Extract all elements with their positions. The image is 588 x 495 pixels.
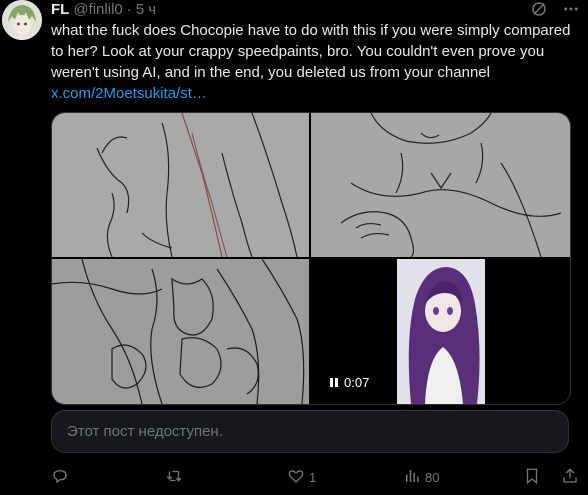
- author-handle[interactable]: @finlil0: [73, 1, 122, 19]
- heart-icon: [287, 467, 305, 488]
- video-player[interactable]: 0:07: [311, 259, 570, 404]
- bookmark-icon: [523, 467, 541, 488]
- quoted-post-unavailable: Этот пост недоступен.: [51, 410, 569, 453]
- bookmark-button[interactable]: [523, 467, 541, 488]
- author-name[interactable]: FL: [51, 1, 69, 19]
- video-thumbnail: [397, 259, 485, 404]
- video-badge[interactable]: 0:07: [324, 372, 376, 392]
- sketch-image-3[interactable]: [52, 259, 309, 404]
- tweet-time[interactable]: 5 ч: [136, 1, 156, 19]
- reply-button[interactable]: [51, 467, 73, 488]
- action-bar: 1 80: [51, 466, 581, 488]
- views-count: 80: [425, 469, 440, 485]
- tweet-body: what the fuck does Chocopie have to do w…: [51, 22, 571, 81]
- pause-icon[interactable]: [330, 377, 338, 387]
- separator-dot: ·: [126, 1, 132, 18]
- tweet-link[interactable]: x.com/2Moetsukita/st…: [51, 85, 207, 102]
- tweet-header: FL @finlil0 · 5 ч: [51, 0, 588, 20]
- media-grid: 0:07: [51, 112, 571, 405]
- views-button[interactable]: 80: [403, 467, 439, 488]
- video-duration: 0:07: [344, 374, 370, 390]
- share-button[interactable]: [561, 467, 579, 488]
- avatar[interactable]: [2, 0, 42, 40]
- retweet-button[interactable]: [165, 467, 187, 488]
- reply-icon: [51, 467, 69, 488]
- share-icon: [561, 467, 579, 488]
- like-count: 1: [309, 469, 317, 485]
- views-icon: [403, 467, 421, 488]
- sketch-image-2[interactable]: [311, 113, 570, 257]
- unavailable-text: Этот пост недоступен.: [67, 423, 223, 440]
- like-button[interactable]: 1: [287, 467, 316, 488]
- sketch-image-1[interactable]: [52, 113, 309, 257]
- tweet-text: what the fuck does Chocopie have to do w…: [51, 20, 581, 104]
- retweet-icon: [165, 467, 183, 488]
